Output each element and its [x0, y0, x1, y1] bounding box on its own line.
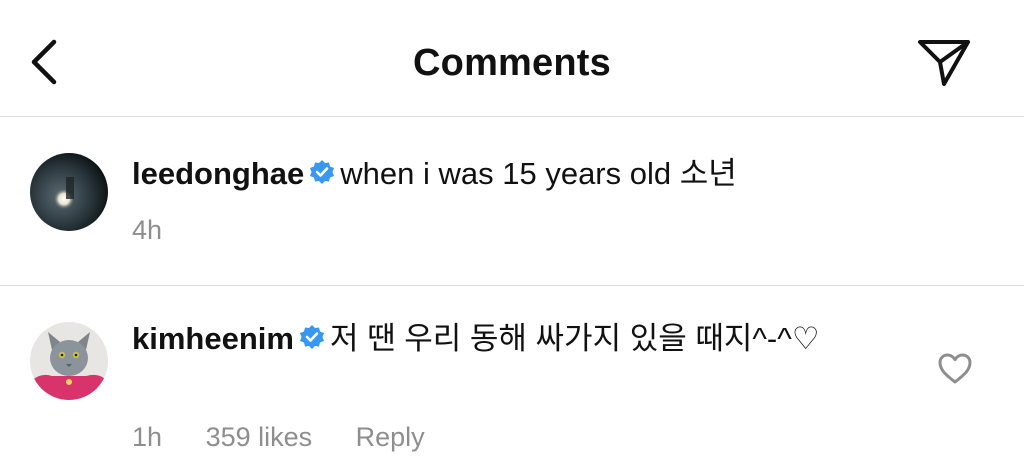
header-bar: Comments — [0, 0, 1024, 117]
comment-item: leedonghae when i was 15 years old 소년 4h — [0, 117, 1024, 286]
verified-badge-icon — [299, 325, 324, 349]
comment-username[interactable]: kimheenim — [132, 321, 294, 356]
comment-timestamp: 4h — [132, 215, 163, 245]
avatar-image — [30, 153, 108, 231]
comment-text: when i was 15 years old 소년 — [340, 156, 737, 191]
comment-body: kimheenim 저 땐 우리 동해 싸가지 있을 때지^-^♡ — [132, 318, 852, 360]
avatar-image — [30, 322, 108, 400]
share-button[interactable] — [914, 34, 974, 90]
comment-username[interactable]: leedonghae — [132, 156, 304, 191]
like-count[interactable]: 359 likes — [206, 422, 313, 452]
page-title: Comments — [413, 42, 611, 84]
comment-body: leedonghae when i was 15 years old 소년 — [132, 153, 852, 195]
heart-outline-icon — [938, 353, 972, 384]
comment-meta: 1h 359 likes Reply — [132, 422, 461, 453]
avatar[interactable] — [30, 153, 108, 231]
avatar[interactable] — [30, 322, 108, 400]
reply-button[interactable]: Reply — [356, 422, 425, 452]
comment-item: kimheenim 저 땐 우리 동해 싸가지 있을 때지^-^♡ 1h 359… — [0, 286, 1024, 476]
paper-plane-icon — [918, 40, 970, 86]
like-button[interactable] — [936, 350, 974, 386]
comment-text: 저 땐 우리 동해 싸가지 있을 때지^-^♡ — [329, 321, 820, 356]
comment-meta: 4h — [132, 215, 198, 246]
verified-badge-icon — [310, 160, 335, 184]
comment-timestamp: 1h — [132, 422, 163, 452]
